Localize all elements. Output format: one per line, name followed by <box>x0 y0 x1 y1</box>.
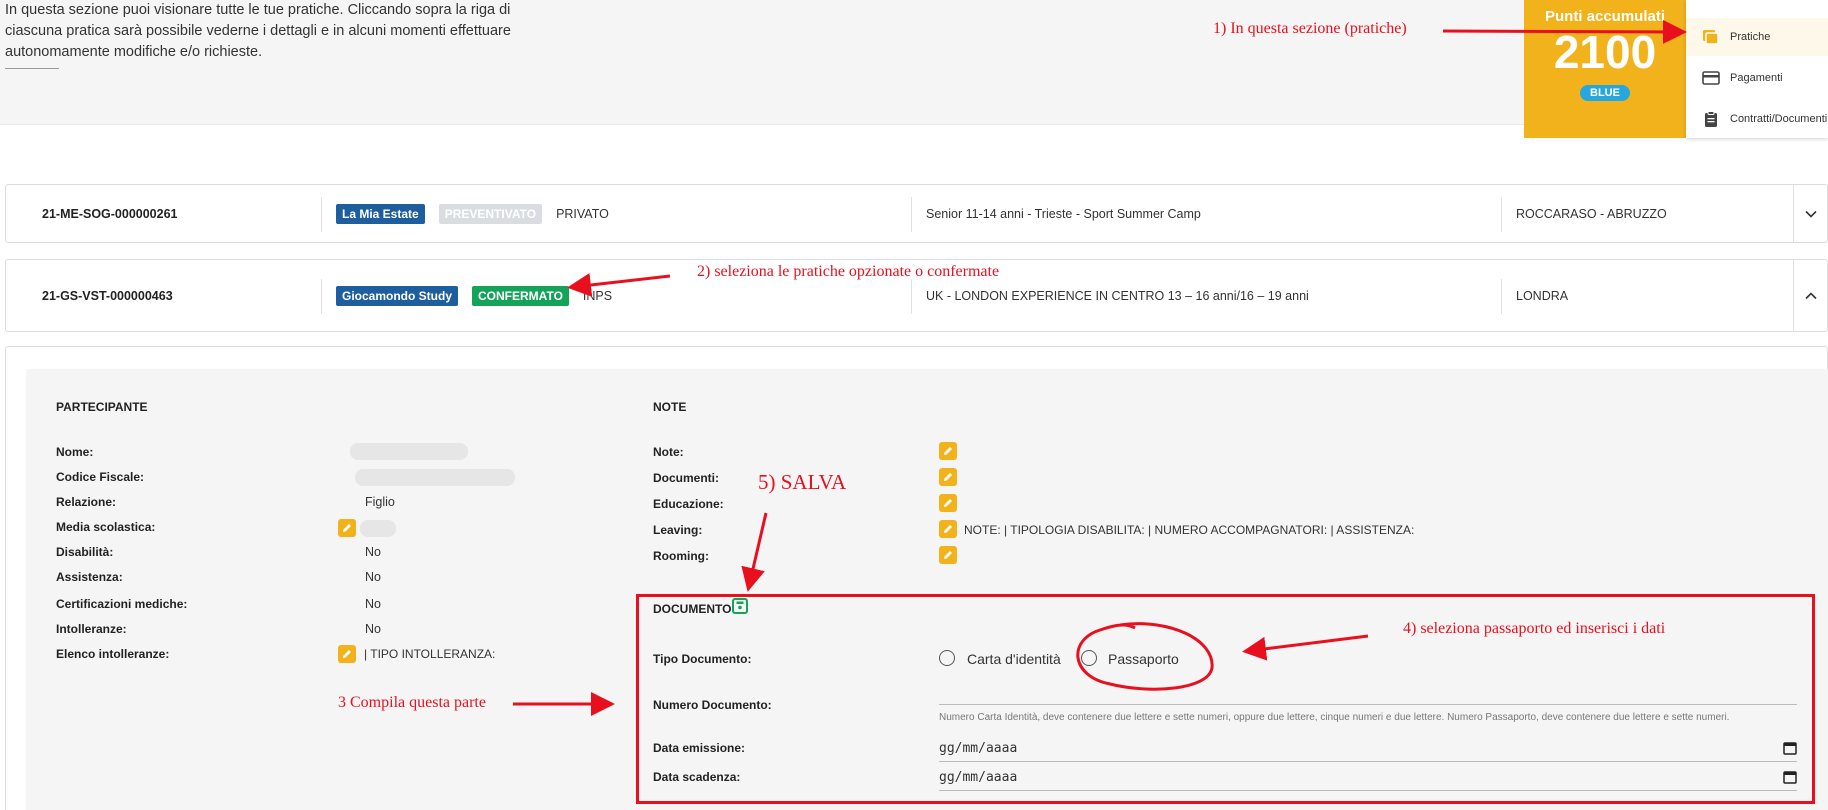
annotation-1: 1) In questa sezione (pratiche) <box>1213 20 1407 37</box>
annotation-4: 4) seleziona passaporto ed inserisci i d… <box>1403 620 1666 637</box>
pencil-icon <box>944 551 952 559</box>
label-disabilita: Disabilità: <box>56 545 114 559</box>
edit-media-button[interactable] <box>338 519 356 537</box>
practice-type: PRIVATO <box>556 206 609 221</box>
divider <box>321 197 322 232</box>
label-relazione: Relazione: <box>56 495 117 509</box>
practice-type: INPS <box>582 288 613 303</box>
practice-code: 21-ME-SOG-000000261 <box>42 206 178 221</box>
divider <box>1501 279 1502 314</box>
expand-button[interactable] <box>1793 185 1827 242</box>
collapse-button[interactable] <box>1793 260 1827 331</box>
practice-row[interactable]: 21-ME-SOG-000000261 La Mia Estate PREVEN… <box>5 184 1828 243</box>
brand-badge: Giocamondo Study <box>336 285 459 306</box>
divider <box>1501 197 1502 232</box>
divider <box>321 279 322 314</box>
pencil-icon <box>343 524 351 532</box>
intro-line: In questa sezione puoi visionare tutte l… <box>5 2 511 18</box>
intro-line: autonomamente modifiche e/o richieste. <box>5 44 263 60</box>
label-intolleranze: Intolleranze: <box>56 622 127 636</box>
practice-location: LONDRA <box>1516 288 1569 303</box>
sidebar-item-label: Pratiche <box>1730 31 1771 43</box>
edit-educazione-button[interactable] <box>939 494 957 512</box>
divider <box>5 68 59 69</box>
points-title: Punti accumulati <box>1544 8 1666 25</box>
label-assistenza: Assistenza: <box>56 570 123 584</box>
notes-heading: NOTE <box>653 400 687 414</box>
label-note: Note: <box>653 445 684 459</box>
practice-code: 21-GS-VST-000000463 <box>42 288 173 303</box>
value-intolleranze: No <box>365 622 381 636</box>
value-leaving: NOTE: | TIPOLOGIA DISABILITA: | NUMERO A… <box>964 523 1415 537</box>
annotation-5: 5) SALVA <box>758 470 847 494</box>
label-documenti: Documenti: <box>653 471 719 485</box>
label-certificazioni: Certificazioni mediche: <box>56 597 188 611</box>
redacted-value <box>350 443 468 460</box>
redacted-value <box>355 469 515 486</box>
points-value: 2100 <box>1553 26 1657 78</box>
edit-documenti-button[interactable] <box>939 468 957 486</box>
value-relazione: Figlio <box>365 495 395 509</box>
clipboard-icon <box>1705 111 1717 127</box>
practice-location: ROCCARASO - ABRUZZO <box>1516 206 1667 221</box>
label-elenco-intolleranze: Elenco intolleranze: <box>56 647 170 661</box>
edit-intolleranze-button[interactable] <box>338 645 356 663</box>
value-disabilita: No <box>365 545 381 559</box>
edit-rooming-button[interactable] <box>939 546 957 564</box>
chevron-down-icon <box>1804 210 1817 218</box>
pencil-icon <box>944 499 952 507</box>
pencil-icon <box>343 650 351 658</box>
points-card: Punti accumulati 2100 BLUE <box>1524 0 1686 138</box>
edit-note-button[interactable] <box>939 442 957 460</box>
divider <box>911 197 912 232</box>
redacted-value <box>360 520 396 537</box>
label-educazione: Educazione: <box>653 497 724 511</box>
sidebar-item-contratti[interactable]: Contratti/Documenti <box>1686 100 1828 138</box>
sidebar-item-label: Contratti/Documenti <box>1730 113 1828 125</box>
status-badge: CONFERMATO <box>472 285 569 306</box>
intro-text: In questa sezione puoi visionare tutte l… <box>5 0 545 63</box>
value-certificazioni: No <box>365 597 381 611</box>
practice-tags: La Mia Estate PREVENTIVATO PRIVATO <box>336 185 609 242</box>
value-elenco-intolleranze: | TIPO INTOLLERANZA: <box>364 647 496 661</box>
side-menu: Pratiche Pagamenti Contratti/Documenti <box>1686 0 1828 138</box>
pencil-icon <box>944 473 952 481</box>
label-rooming: Rooming: <box>653 549 709 563</box>
annotation-2: 2) seleziona le pratiche opzionate o con… <box>697 263 1000 280</box>
sidebar-item-pratiche[interactable]: Pratiche <box>1686 18 1828 56</box>
participant-heading: PARTECIPANTE <box>56 400 148 414</box>
label-nome: Nome: <box>56 445 94 459</box>
credit-card-icon <box>1702 71 1720 85</box>
brand-badge: La Mia Estate <box>336 203 425 224</box>
annotation-3: 3 Compila questa parte <box>338 694 486 711</box>
pencil-icon <box>944 525 952 533</box>
sidebar-item-label: Pagamenti <box>1730 72 1783 84</box>
value-assistenza: No <box>365 570 381 584</box>
label-leaving: Leaving: <box>653 523 703 537</box>
level-badge: BLUE <box>1580 85 1630 101</box>
label-codice-fiscale: Codice Fiscale: <box>56 470 145 484</box>
divider <box>911 279 912 314</box>
pencil-icon <box>944 447 952 455</box>
chevron-up-icon <box>1804 291 1817 299</box>
label-media: Media scolastica: <box>56 520 156 534</box>
edit-leaving-button[interactable] <box>939 520 957 538</box>
practice-tags: Giocamondo Study CONFERMATO INPS <box>336 260 612 331</box>
intro-line: ciascuna pratica sarà possibile vederne … <box>5 23 511 39</box>
practice-description: Senior 11-14 anni - Trieste - Sport Summ… <box>926 206 1201 221</box>
status-badge: PREVENTIVATO <box>438 203 543 224</box>
sidebar-item-pagamenti[interactable]: Pagamenti <box>1686 59 1828 97</box>
folder-icon <box>1703 30 1719 45</box>
